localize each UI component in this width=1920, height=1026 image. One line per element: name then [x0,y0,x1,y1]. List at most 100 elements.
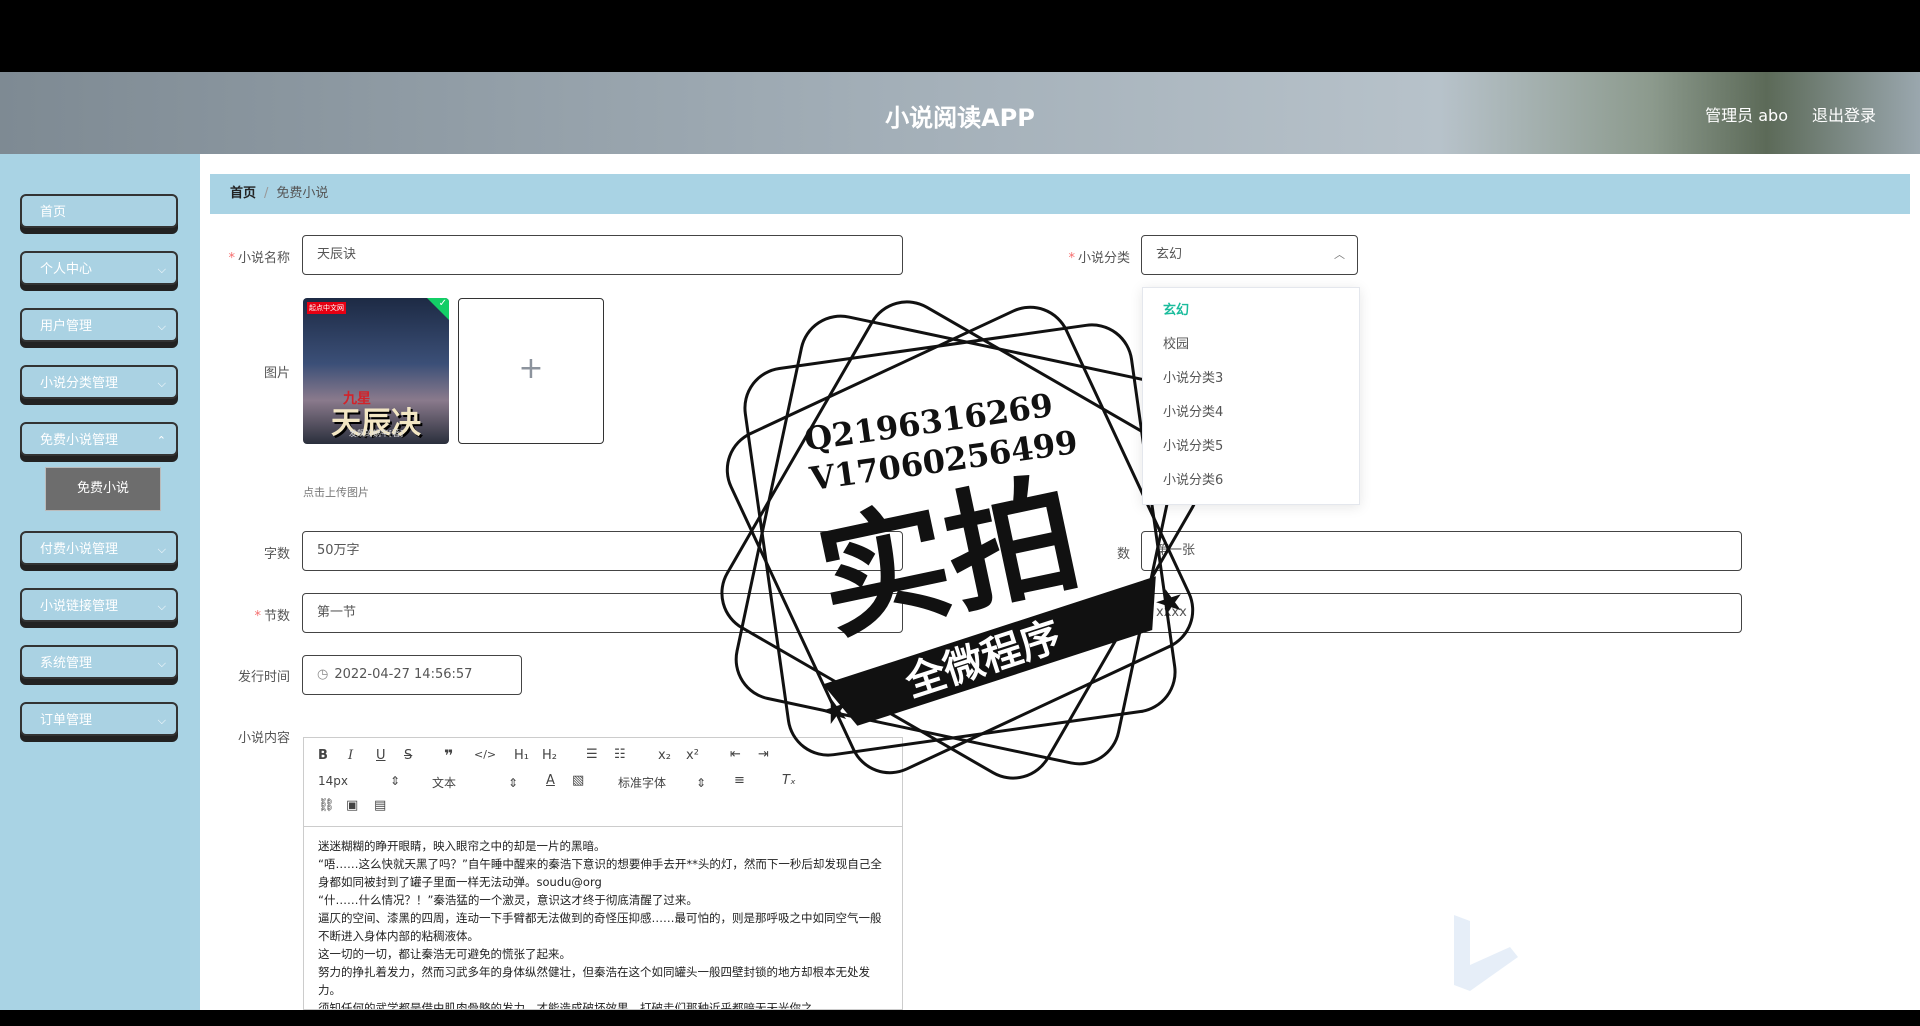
content-label: 小说内容 [237,731,290,746]
chevron-down-icon: ⌵ [157,657,166,670]
chapter-count-input[interactable]: 第一张 [1141,531,1742,571]
chevron-up-icon: ︿ [1334,248,1345,261]
sidebar-subitem-free-novel[interactable]: 免费小说 [45,467,161,511]
sidebar-item-link-management[interactable]: 小说链接管理 ⌵ [20,588,178,622]
ordered-list-icon[interactable]: ☰ [586,747,598,762]
section-label: * 节数 [254,609,290,624]
sidebar-item-label: 订单管理 [40,713,93,728]
sidebar-item-label: 用户管理 [40,319,93,334]
word-count-label: 字数 [263,547,290,562]
author-input[interactable]: xxxx [1141,593,1742,633]
subscript-button[interactable]: x₂ [658,748,671,763]
upload-add-button[interactable]: + [458,298,604,444]
outdent-icon[interactable]: ⇤ [730,747,741,762]
category-selected-value: 玄幻 [1156,247,1183,262]
heading1-button[interactable]: H₁ [514,748,529,763]
sidebar-item-free-novel-management[interactable]: 免费小说管理 ⌃ [20,422,178,456]
link-icon[interactable]: ⛓ [318,798,335,813]
code-icon[interactable]: </> [474,748,496,761]
category-option[interactable]: 小说分类4 [1143,396,1359,430]
chapter-count-label: 数 [1116,547,1130,562]
sidebar-item-system-management[interactable]: 系统管理 ⌵ [20,645,178,679]
italic-button[interactable]: I [348,748,353,763]
sidebar-item-paid-novel-management[interactable]: 付费小说管理 ⌵ [20,531,178,565]
content-paragraph: 逼仄的空间、漆黑的四周，连动一下手臂都无法做到的奇怪压抑感……最可怕的，则是那呼… [318,911,882,943]
uploaded-cover-image[interactable]: 起点中文网 ✓ 九星 天辰决 发飙的蜗牛[著] [303,298,449,444]
image-label: 图片 [263,366,290,381]
sidebar-item-label: 小说链接管理 [40,599,119,614]
breadcrumb-home[interactable]: 首页 [230,186,256,201]
sidebar-item-label: 免费小说管理 [40,433,119,448]
publish-date-label: 发行时间 [237,670,290,685]
author-label: 作 [1098,609,1112,624]
cover-tag: 起点中文网 [307,302,346,314]
publish-date-value: 2022-04-27 14:56:57 [334,667,473,682]
logout-link[interactable]: 退出登录 [1812,102,1876,126]
section-input[interactable]: 第一节 [302,593,903,633]
category-option[interactable]: 小说分类3 [1143,362,1359,396]
clear-format-icon[interactable]: Tₓ [782,773,796,788]
word-count-input[interactable]: 50万字 [302,531,903,571]
sidebar-item-category-management[interactable]: 小说分类管理 ⌵ [20,365,178,399]
image-icon[interactable]: ▣ [346,798,358,813]
paragraph-select[interactable]: 文本 ⇕ [432,774,518,791]
content-paragraph: 迷迷糊糊的睁开眼睛，映入眼帘之中的却是一片的黑暗。 [318,839,606,853]
rich-text-editor: B I U S ❞ </> H₁ H₂ ☰ ☷ x₂ x² ⇤ ⇥ 14px ⇕ … [303,737,903,1010]
sidebar-item-user-management[interactable]: 用户管理 ⌵ [20,308,178,342]
sidebar-item-label: 系统管理 [40,656,93,671]
video-icon[interactable]: ▤ [374,798,386,813]
breadcrumb-separator: / [264,186,269,201]
sidebar-item-label: 小说分类管理 [40,376,119,391]
blockquote-icon[interactable]: ❞ [444,746,453,765]
chevron-down-icon: ⌵ [157,600,166,613]
breadcrumb-current: 免费小说 [276,186,329,201]
top-header: 小说阅读APP 管理员 abo 退出登录 [0,72,1920,154]
novel-category-label: * 小说分类 [1068,251,1130,266]
category-option[interactable]: 玄幻 [1143,294,1359,328]
bold-button[interactable]: B [318,748,328,763]
sidebar-item-label: 个人中心 [40,262,93,277]
bullet-list-icon[interactable]: ☷ [614,747,626,762]
watermark-logo-icon [1454,915,1518,991]
heading2-button[interactable]: H₂ [542,748,557,763]
novel-name-input[interactable]: 天辰诀 [302,235,903,275]
editor-content[interactable]: 迷迷糊糊的睁开眼睛，映入眼帘之中的却是一片的黑暗。 “唔……这么快就天黑了吗？”… [304,827,902,1010]
underline-button[interactable]: U [376,748,386,763]
sidebar-item-home[interactable]: 首页 [20,194,178,228]
chevron-down-icon: ⌵ [157,543,166,556]
publish-date-picker[interactable]: ◷ 2022-04-27 14:56:57 [302,655,522,695]
admin-user-label: 管理员 abo [1705,106,1788,125]
sidebar-item-label: 付费小说管理 [40,542,119,557]
superscript-button[interactable]: x² [686,748,699,763]
chevron-down-icon: ⌵ [157,320,166,333]
font-color-icon[interactable]: A [546,773,555,788]
background-color-icon[interactable]: ▧ [572,773,584,788]
content-paragraph: “唔……这么快就天黑了吗？”自午睡中醒来的秦浩下意识的想要伸手去开**头的灯，然… [318,857,882,889]
content-paragraph: 努力的挣扎着发力，然而习武多年的身体纵然健壮，但秦浩在这个如同罐头一般四壁封锁的… [318,965,870,997]
sidebar-item-order-management[interactable]: 订单管理 ⌵ [20,702,178,736]
strike-button[interactable]: S [404,748,412,763]
sidebar-item-label: 首页 [40,205,67,220]
chevron-down-icon: ⌵ [157,263,166,276]
content-paragraph: 须知任何的武学都是借由肌肉骨骼的发力，才能造成破坏效果，打破走们那种近乎都暗无天… [318,1001,813,1010]
app-title: 小说阅读APP [885,104,1035,132]
category-option[interactable]: 校园 [1143,328,1359,362]
category-option[interactable]: 小说分类6 [1143,464,1359,498]
font-size-select[interactable]: 14px ⇕ [318,774,400,788]
indent-icon[interactable]: ⇥ [758,747,769,762]
novel-name-label: * 小说名称 [228,251,290,266]
breadcrumb: 首页 / 免费小说 [210,174,1910,214]
upload-tip: 点击上传图片 [303,486,369,499]
editor-toolbar: B I U S ❞ </> H₁ H₂ ☰ ☷ x₂ x² ⇤ ⇥ 14px ⇕ … [304,738,902,827]
cover-author: 发飙的蜗牛[著] [348,429,404,438]
font-family-select[interactable]: 标准字体 ⇕ [618,774,706,791]
check-icon: ✓ [438,298,447,309]
clock-icon: ◷ [317,667,329,682]
content-paragraph: 这一切的一切，都让秦浩无可避免的慌张了起来。 [318,947,571,961]
sidebar-item-profile[interactable]: 个人中心 ⌵ [20,251,178,285]
chevron-down-icon: ⌵ [157,714,166,727]
align-icon[interactable]: ≡ [734,773,745,788]
category-dropdown: 玄幻 校园 小说分类3 小说分类4 小说分类5 小说分类6 [1142,287,1360,505]
category-option[interactable]: 小说分类5 [1143,430,1359,464]
novel-category-select[interactable]: 玄幻 ︿ [1141,235,1358,275]
